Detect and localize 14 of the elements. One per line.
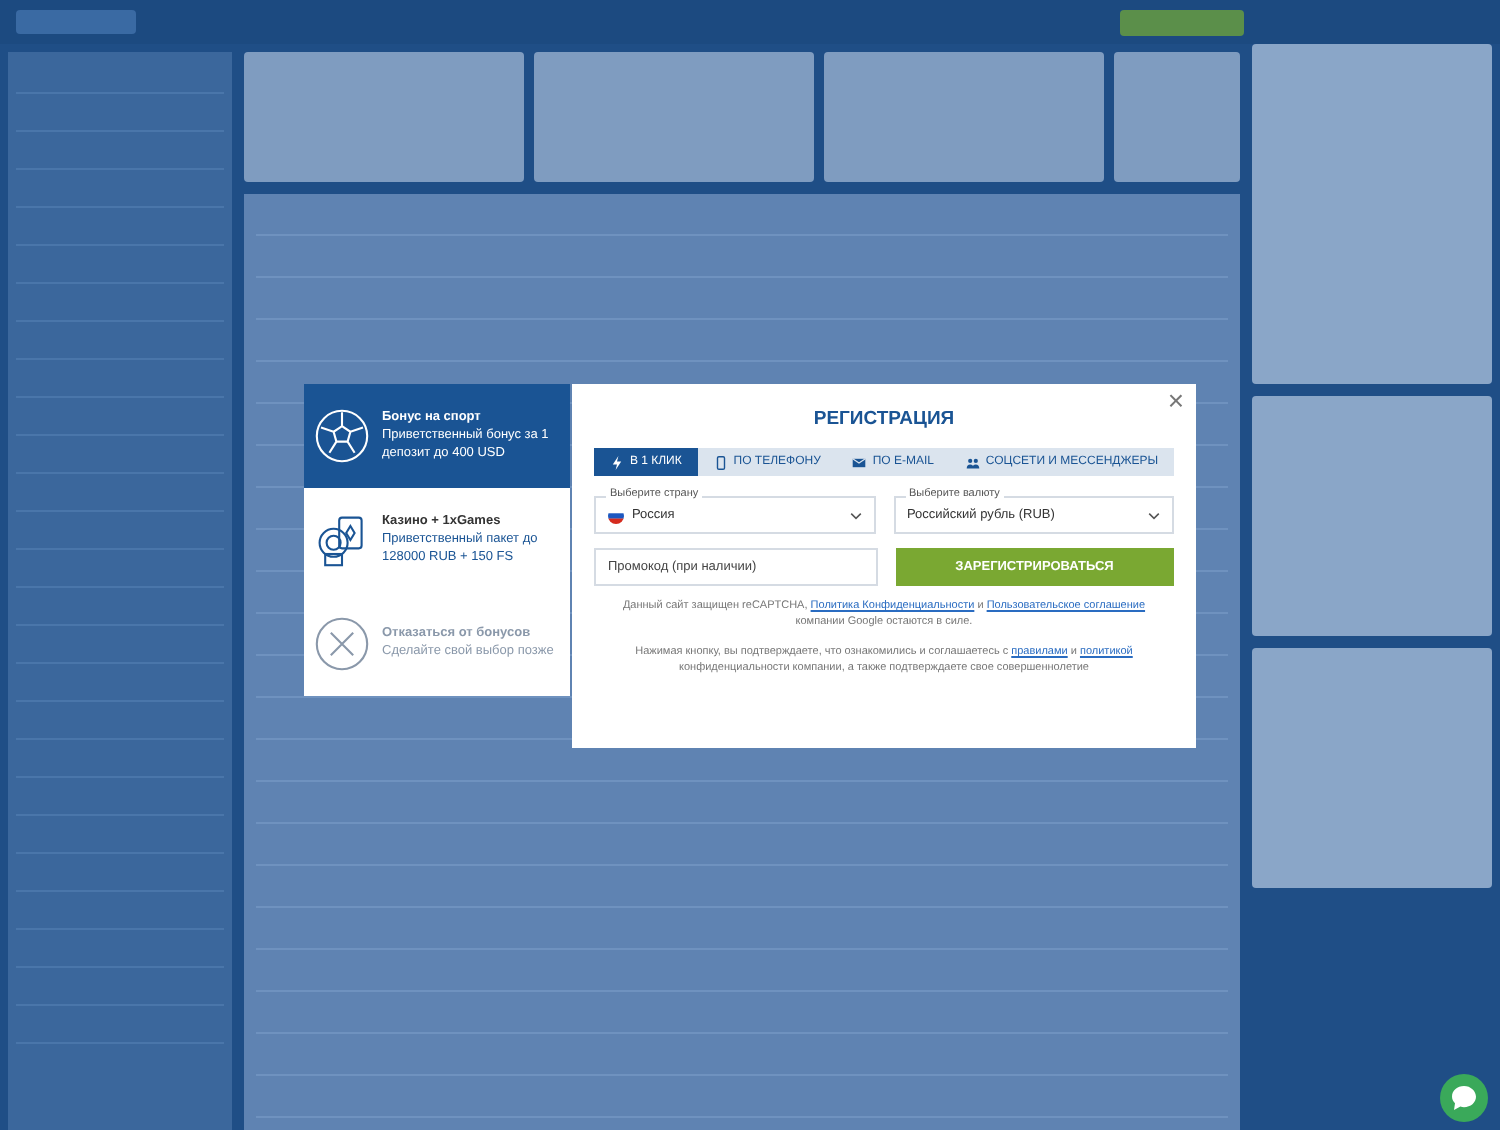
logo-block xyxy=(16,10,136,34)
envelope-icon xyxy=(852,455,867,469)
lightning-icon xyxy=(609,455,624,469)
russia-flag-icon xyxy=(608,507,624,523)
people-icon xyxy=(965,455,980,469)
chevron-down-icon xyxy=(849,511,861,519)
close-button[interactable]: × xyxy=(1163,384,1188,416)
chevron-down-icon xyxy=(1148,511,1160,519)
chat-icon[interactable] xyxy=(1440,1074,1488,1122)
ball-icon xyxy=(314,408,370,464)
cross-circle-icon xyxy=(314,616,370,672)
match-card xyxy=(1114,52,1240,182)
dialog-title: РЕГИСТРАЦИЯ xyxy=(811,408,957,430)
phone-icon xyxy=(713,455,728,469)
